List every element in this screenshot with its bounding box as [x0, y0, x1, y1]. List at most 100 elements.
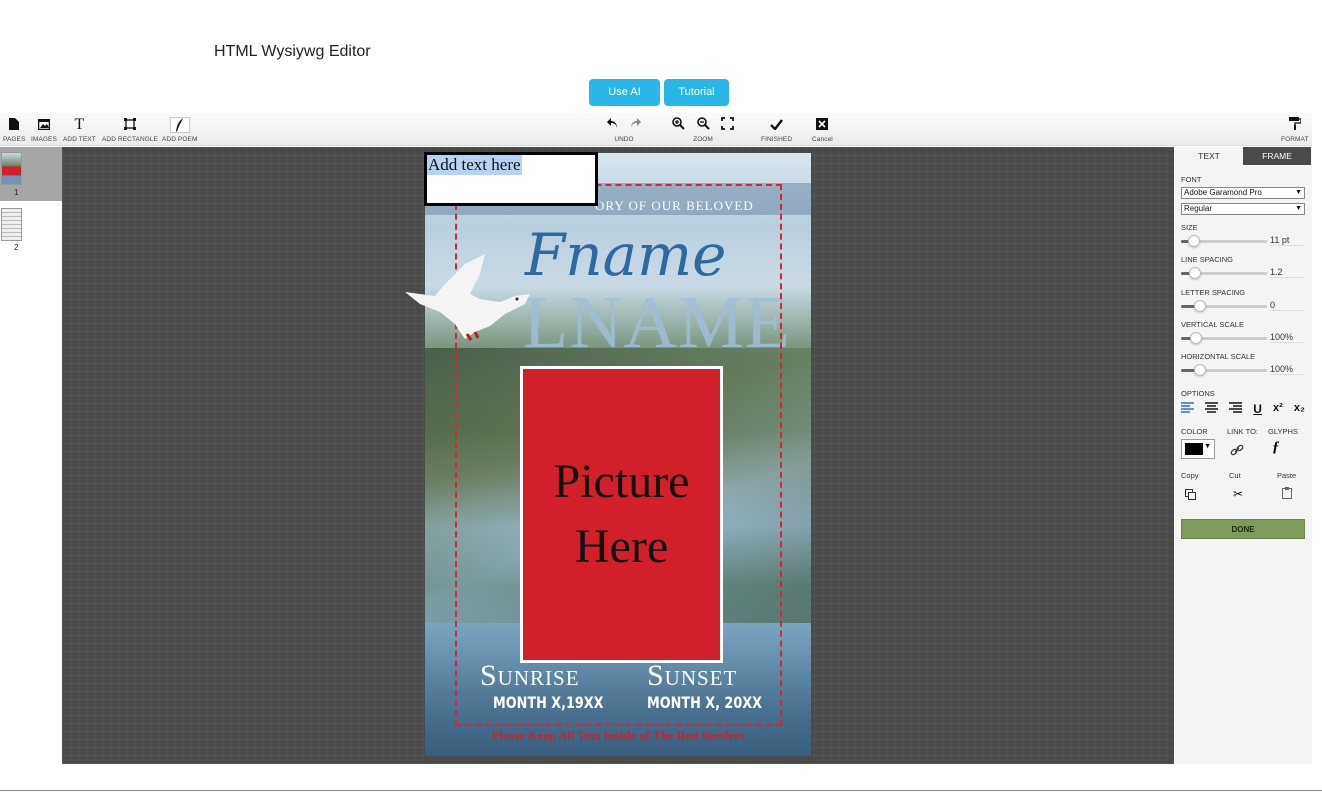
font-label: FONT: [1181, 175, 1202, 184]
options-label: OPTIONS: [1181, 389, 1215, 398]
add-text-tool[interactable]: T ADD TEXT: [63, 116, 96, 144]
canvas-workspace[interactable]: ORY OF OUR BELOVED LNAME Fname Picture H…: [62, 147, 1174, 764]
line-spacing-knob[interactable]: [1189, 267, 1201, 279]
page-thumb-number: 1: [14, 188, 19, 197]
page-thumb-2[interactable]: 2: [0, 205, 62, 259]
fit-screen-icon[interactable]: [721, 117, 734, 133]
pages-tool-label: PAGES: [3, 136, 26, 143]
underline-icon[interactable]: U: [1253, 402, 1262, 416]
undo-label: UNDO: [614, 136, 634, 143]
color-swatch: [1185, 443, 1203, 455]
chevron-down-icon: ▼: [1295, 189, 1302, 196]
align-center-icon[interactable]: [1205, 402, 1219, 416]
cancel-tool-label: Cancel: [812, 136, 833, 143]
size-label: SIZE: [1181, 223, 1198, 232]
tutorial-button[interactable]: Tutorial: [664, 79, 729, 106]
tab-frame[interactable]: FRAME: [1243, 147, 1311, 165]
vertical-scale-value[interactable]: 100%: [1270, 332, 1304, 343]
format-tool-label: FORMAT: [1281, 136, 1309, 143]
cut-label: Cut: [1229, 471, 1241, 480]
vertical-scale-slider[interactable]: [1181, 332, 1267, 344]
add-text-tool-label: ADD TEXT: [63, 136, 96, 143]
paint-roller-icon: [1281, 117, 1309, 133]
checkmark-icon: [761, 117, 792, 133]
letter-spacing-value[interactable]: 0: [1270, 300, 1304, 311]
selected-text-box[interactable]: Add text here: [424, 152, 598, 206]
finished-tool[interactable]: FINISHED: [761, 117, 792, 143]
top-button-group: Use AI Tutorial: [589, 79, 729, 106]
tab-text[interactable]: TEXT: [1175, 147, 1243, 165]
copy-icon[interactable]: [1185, 487, 1196, 505]
safe-area-note: Please Keep All Text Inside of The Red B…: [491, 729, 745, 743]
selected-text-content[interactable]: Add text here: [427, 155, 522, 175]
add-poem-tool[interactable]: ADD POEM: [162, 117, 197, 143]
letter-spacing-knob[interactable]: [1194, 300, 1206, 312]
cancel-tool[interactable]: Cancel: [812, 117, 833, 143]
vertical-scale-knob[interactable]: [1190, 332, 1202, 344]
format-panel: TEXT FRAME FONT Adobe Garamond Pro ▼ Reg…: [1175, 147, 1312, 764]
page-thumb-image: [1, 152, 22, 185]
font-family-select[interactable]: Adobe Garamond Pro ▼: [1181, 187, 1305, 199]
page-icon: [3, 117, 25, 133]
memorial-card-page[interactable]: ORY OF OUR BELOVED LNAME Fname Picture H…: [425, 153, 811, 756]
link-label: LINK TO:: [1227, 427, 1258, 436]
done-button[interactable]: DONE: [1181, 519, 1305, 539]
line-spacing-label: LINE SPACING: [1181, 255, 1233, 264]
add-poem-tool-label: ADD POEM: [162, 136, 198, 143]
redo-icon[interactable]: [630, 117, 642, 133]
zoom-out-icon[interactable]: [696, 117, 710, 133]
add-rectangle-tool-label: ADD RECTANGLE: [102, 136, 159, 143]
finished-tool-label: FINISHED: [761, 136, 793, 143]
text-color-picker[interactable]: ▼: [1181, 439, 1215, 459]
line-spacing-value[interactable]: 1.2: [1270, 267, 1304, 278]
paste-label: Paste: [1277, 471, 1297, 480]
close-box-icon: [812, 117, 833, 133]
letter-spacing-slider[interactable]: [1181, 300, 1267, 312]
copy-label: Copy: [1181, 471, 1199, 480]
size-slider-knob[interactable]: [1188, 235, 1200, 247]
letter-spacing-label: LETTER SPACING: [1181, 288, 1246, 297]
images-tool[interactable]: IMAGES: [31, 117, 57, 143]
format-tool[interactable]: FORMAT: [1281, 117, 1309, 143]
size-value[interactable]: 11 pt: [1270, 235, 1304, 246]
format-tabs: TEXT FRAME: [1175, 147, 1312, 165]
image-icon: [31, 117, 57, 133]
font-style-select[interactable]: Regular ▼: [1181, 203, 1305, 215]
color-label: COLOR: [1181, 427, 1208, 436]
images-tool-label: IMAGES: [31, 136, 57, 143]
subscript-icon[interactable]: x₂: [1294, 402, 1305, 416]
page-thumb-number: 2: [14, 243, 19, 252]
text-icon: T: [74, 116, 85, 133]
undo-icon[interactable]: [606, 117, 618, 133]
scissors-icon[interactable]: ✂: [1233, 487, 1243, 501]
horizontal-scale-label: HORIZONTAL SCALE: [1181, 352, 1256, 361]
horizontal-scale-knob[interactable]: [1194, 364, 1206, 376]
align-right-icon[interactable]: [1229, 402, 1243, 416]
use-ai-button[interactable]: Use AI: [589, 79, 660, 106]
page-thumb-1[interactable]: 1: [0, 147, 62, 201]
chevron-down-icon: ▼: [1204, 443, 1211, 450]
glyphs-icon[interactable]: ƒ: [1272, 439, 1280, 456]
quill-icon: [169, 117, 190, 133]
undo-redo-group: UNDO: [606, 117, 642, 143]
horizontal-scale-value[interactable]: 100%: [1270, 364, 1304, 375]
chevron-down-icon: ▼: [1295, 205, 1302, 212]
add-rectangle-tool[interactable]: ADD RECTANGLE: [102, 117, 158, 143]
size-slider[interactable]: [1181, 235, 1267, 247]
pages-tool[interactable]: PAGES: [3, 117, 25, 143]
zoom-in-icon[interactable]: [672, 117, 685, 133]
superscript-icon[interactable]: x²: [1273, 402, 1283, 416]
page-thumb-image: [1, 208, 22, 241]
dove-image[interactable]: [405, 254, 535, 344]
editor-toolbar: PAGES IMAGES T ADD TEXT ADD RECTANGLE AD…: [0, 113, 1312, 146]
glyphs-label: GLYPHS: [1268, 427, 1298, 436]
zoom-label: ZOOM: [693, 136, 713, 143]
rectangle-icon: [102, 117, 158, 133]
line-spacing-slider[interactable]: [1181, 267, 1267, 279]
font-family-value: Adobe Garamond Pro: [1184, 188, 1262, 197]
align-left-icon[interactable]: [1181, 402, 1194, 416]
font-style-value: Regular: [1184, 204, 1213, 213]
horizontal-scale-slider[interactable]: [1181, 364, 1267, 376]
clipboard-icon[interactable]: [1282, 486, 1292, 504]
link-icon[interactable]: [1230, 443, 1244, 461]
